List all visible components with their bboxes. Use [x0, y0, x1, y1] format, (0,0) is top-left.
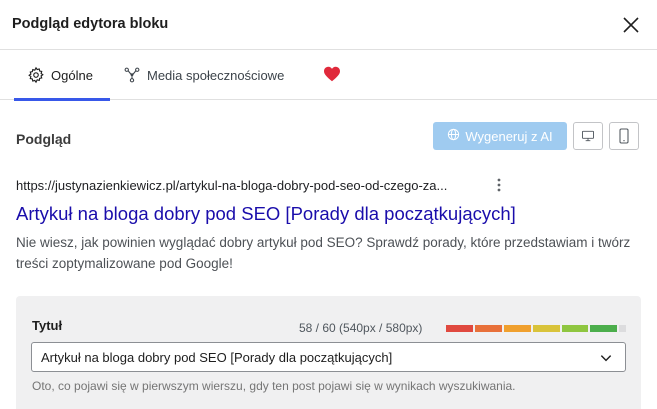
- heart-icon: [323, 66, 341, 85]
- title-help-text: Oto, co pojawi się w pierwszym wierszu, …: [32, 379, 516, 393]
- tab-social-media[interactable]: Media społecznościowe: [123, 50, 284, 100]
- meter-segment: [446, 325, 473, 332]
- title-length-counter: 58 / 60 (540px / 580px): [299, 321, 423, 335]
- modal-header: Podgląd edytora bloku: [0, 0, 657, 50]
- tab-general[interactable]: Ogólne: [14, 50, 110, 101]
- desktop-icon: [581, 130, 595, 142]
- chevron-down-icon: [600, 355, 612, 362]
- preview-heading: Podgląd: [16, 131, 72, 147]
- mobile-preview-button[interactable]: [609, 122, 639, 150]
- tab-label: Media społecznościowe: [147, 67, 285, 83]
- modal-title: Podgląd edytora bloku: [12, 16, 169, 32]
- generate-ai-button[interactable]: Wygeneruj z AI: [433, 122, 567, 150]
- title-length-meter: [446, 325, 626, 332]
- tab-favorites[interactable]: [323, 50, 341, 100]
- tab-bar: Ogólne Media społecznościowe: [0, 50, 657, 101]
- title-select[interactable]: Artykuł na bloga dobry pod SEO [Porady d…: [31, 342, 626, 372]
- mobile-icon: [619, 128, 629, 144]
- title-field-label: Tytuł: [32, 318, 63, 333]
- title-select-value: Artykuł na bloga dobry pod SEO [Porady d…: [41, 349, 393, 365]
- gear-icon: [27, 66, 45, 84]
- meter-segment: [503, 325, 531, 332]
- desktop-preview-button[interactable]: [573, 122, 603, 150]
- meter-segment: [561, 325, 589, 332]
- share-icon: [123, 66, 141, 84]
- generate-ai-label: Wygeneruj z AI: [465, 128, 553, 144]
- close-icon: [623, 17, 639, 33]
- globe-icon: [447, 128, 460, 144]
- meter-segment: [474, 325, 502, 332]
- more-options-icon[interactable]: [494, 176, 504, 194]
- meter-segment: [590, 325, 618, 332]
- serp-title[interactable]: Artykuł na bloga dobry pod SEO [Porady d…: [16, 203, 516, 225]
- close-button[interactable]: [619, 13, 643, 37]
- meter-segment: [532, 325, 560, 332]
- serp-description: Nie wiesz, jak powinien wyglądać dobry a…: [16, 235, 631, 271]
- serp-url: https://justynazienkiewicz.pl/artykul-na…: [16, 178, 448, 193]
- meter-segment: [619, 325, 626, 332]
- tab-label: Ogólne: [51, 67, 93, 83]
